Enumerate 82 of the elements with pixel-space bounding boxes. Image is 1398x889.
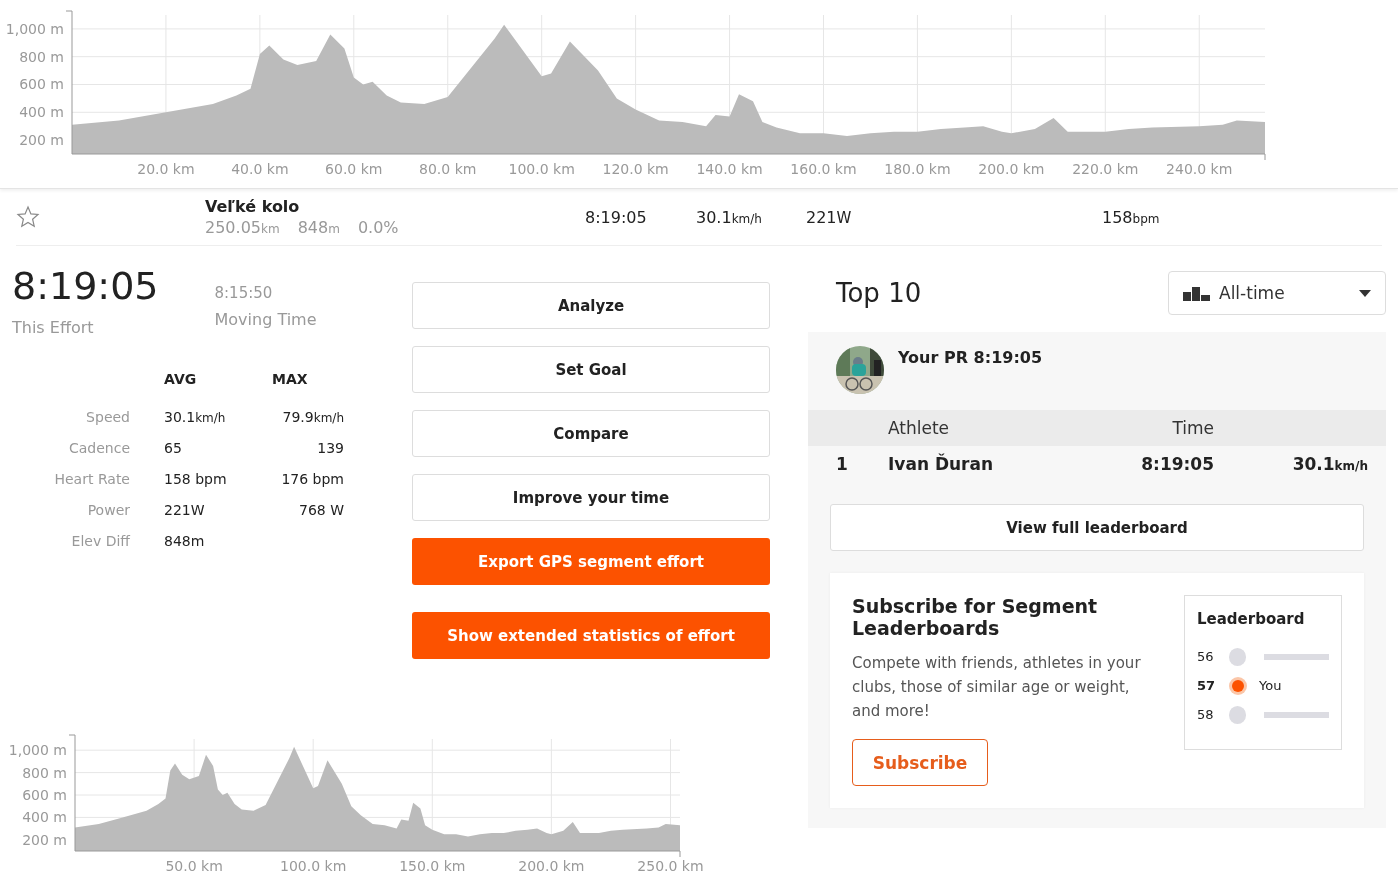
time-filter-dropdown[interactable]: All-time xyxy=(1168,271,1386,315)
stat-label: Elev Diff xyxy=(71,532,130,549)
y-tick-label: 400 m xyxy=(22,809,67,826)
x-tick-label: 250.0 km xyxy=(637,858,704,874)
column-header: Time xyxy=(1171,418,1214,438)
segment-grade: 0.0% xyxy=(357,218,399,237)
x-tick-label: 100.0 km xyxy=(280,858,347,874)
x-tick-label: 120.0 km xyxy=(602,161,669,177)
action-button[interactable]: Compare xyxy=(412,410,770,457)
x-tick-label: 140.0 km xyxy=(696,161,763,177)
rank-cell-text: 1 xyxy=(835,454,849,474)
stat-value: 158 bpm xyxy=(164,470,227,487)
y-tick-label: 800 m xyxy=(19,48,64,65)
stat-label: Cadence xyxy=(68,439,130,456)
segment-speed: 30.1km/h xyxy=(696,207,763,227)
caret-icon xyxy=(1359,289,1371,297)
x-tick-label: 40.0 km xyxy=(231,161,289,177)
rank-number: 56 xyxy=(1197,649,1215,664)
x-tick-label: 160.0 km xyxy=(790,161,857,177)
stat-value: 176 bpm xyxy=(281,470,344,487)
moving-time-label: Moving Time xyxy=(214,310,317,329)
action-button[interactable]: Set Goal xyxy=(412,346,770,393)
stat-value: 139 xyxy=(317,439,344,456)
x-tick-label: 50.0 km xyxy=(165,858,223,874)
moving-time: 8:15:50 xyxy=(214,284,274,302)
x-tick-label: 150.0 km xyxy=(399,858,466,874)
column-header: Athlete xyxy=(888,418,951,438)
stat-label: Power xyxy=(87,501,130,518)
star-icon[interactable] xyxy=(16,205,40,229)
subscribe-title: Subscribe for Segment Leaderboards xyxy=(852,595,1099,639)
stat-value: 848m xyxy=(164,532,205,549)
x-tick-label: 20.0 km xyxy=(137,161,195,177)
view-leaderboard-button[interactable]: View full leaderboard xyxy=(830,504,1364,551)
athlete-name[interactable]: Ivan Ďuran xyxy=(888,454,1118,474)
x-tick-label: 240.0 km xyxy=(1166,161,1233,177)
stat-value: 221W xyxy=(164,501,205,518)
segment-elevation: 848m xyxy=(297,218,340,237)
subscribe-text: Compete with friends, athletes in your clubs, those of similar age or weight, and more! xyxy=(852,653,1142,722)
effort-time: 8:19:05 xyxy=(12,263,159,310)
x-tick-label: 200.0 km xyxy=(518,858,585,874)
column-header: AVG xyxy=(164,371,197,387)
you-label: You xyxy=(1259,678,1282,693)
stat-value: 30.1km/h xyxy=(164,408,226,425)
y-tick-label: 200 m xyxy=(22,831,67,848)
x-tick-label: 220.0 km xyxy=(1072,161,1139,177)
placeholder-bar xyxy=(1264,653,1329,660)
action-button[interactable]: Analyze xyxy=(412,282,770,329)
y-tick-label: 800 m xyxy=(22,764,67,781)
segment-distance: 250.05km xyxy=(205,218,280,237)
stat-label: Heart Rate xyxy=(54,470,130,487)
preview-title: Leaderboard xyxy=(1197,610,1306,628)
y-tick-label: 600 m xyxy=(19,76,64,93)
segment-time: 8:19:05 xyxy=(585,207,648,227)
stat-value: 79.9km/h xyxy=(282,408,344,425)
personal-record: Your PR 8:19:05 xyxy=(898,348,1043,369)
placeholder-bar xyxy=(1264,711,1329,718)
x-tick-label: 60.0 km xyxy=(325,161,383,177)
segment-name[interactable]: Veľké kolo xyxy=(205,197,585,216)
y-tick-label: 600 m xyxy=(22,786,67,803)
y-tick-label: 1,000 m xyxy=(5,20,64,37)
leaderboard-title: Top 10 xyxy=(836,278,922,308)
column-header: MAX xyxy=(272,371,308,387)
speed-cell-text: 30.1km/h xyxy=(1291,454,1368,474)
x-tick-label: 200.0 km xyxy=(978,161,1045,177)
effort-label: This Effort xyxy=(12,318,95,337)
bar-chart-icon xyxy=(1183,285,1213,301)
y-tick-label: 1,000 m xyxy=(8,742,67,759)
x-tick-label: 80.0 km xyxy=(419,161,477,177)
action-button[interactable]: Improve your time xyxy=(412,474,770,521)
subscribe-button[interactable]: Subscribe xyxy=(852,739,988,786)
time-cell-text: 8:19:05 xyxy=(1140,454,1214,474)
stat-value: 65 xyxy=(164,439,182,456)
stat-value: 768 W xyxy=(299,501,344,518)
y-tick-label: 200 m xyxy=(19,132,64,148)
y-tick-label: 400 m xyxy=(19,104,64,121)
stat-label: Speed xyxy=(86,408,130,425)
x-tick-label: 180.0 km xyxy=(884,161,951,177)
rank-number: 57 xyxy=(1197,678,1217,693)
segment-heart-rate: 158bpm xyxy=(1102,207,1160,227)
rank-number: 58 xyxy=(1197,707,1215,722)
x-tick-label: 100.0 km xyxy=(508,161,575,177)
segment-power: 221W xyxy=(806,207,853,227)
